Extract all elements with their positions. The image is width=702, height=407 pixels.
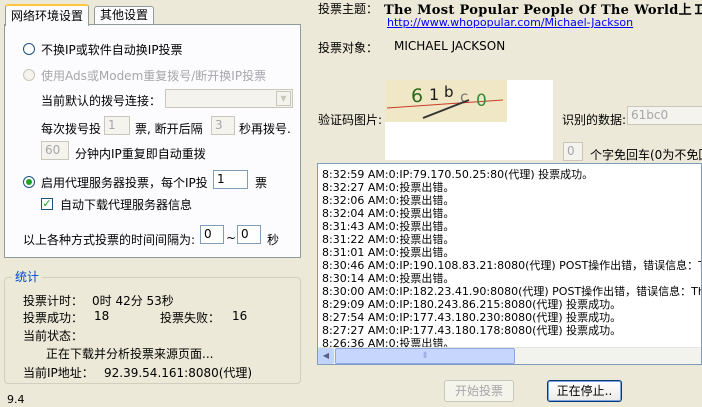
dial-every-input[interactable]: 1 (104, 116, 130, 135)
topic-label: 投票主题： (318, 2, 379, 16)
dial-every-unit: 票, 断开后隔 (135, 122, 203, 136)
log-line: 8:31:01 AM:0:投票出错。 (322, 246, 455, 259)
auto-redial-label: 分钟内IP重复即自动重拨 (75, 147, 206, 161)
log-line: 8:32:04 AM:0:投票出错。 (322, 207, 455, 220)
log-line: 8:30:00 AM:0:IP:182.23.41.90:8080(代理) PO… (322, 285, 702, 298)
proxy-votes-input[interactable]: 1 (213, 170, 248, 189)
adsl-redial-radio[interactable] (23, 69, 35, 81)
log-line: 8:32:59 AM:0:IP:79.170.50.25:80(代理) 投票成功… (322, 168, 594, 181)
captcha-label: 验证码图片: (318, 113, 383, 127)
redial-wait-input[interactable]: 3 (211, 116, 235, 135)
horizontal-scrollbar[interactable]: ◀ ⦀ (318, 347, 701, 364)
ip-value: 92.39.54.161:8080(代理) (104, 366, 253, 380)
redial-wait-unit: 秒再拨号. (239, 122, 291, 136)
start-vote-button[interactable]: 开始投票 (444, 380, 514, 402)
vote-timer-label: 投票计时： (23, 294, 84, 308)
no-ip-change-label[interactable]: 不换IP或软件自动换IP投票 (41, 41, 183, 58)
captcha-image: 6 1 b c 0 (385, 80, 507, 122)
no-ip-change-radio[interactable] (23, 43, 35, 55)
auto-redial-input[interactable]: 60 (41, 141, 69, 160)
log-line: 8:31:43 AM:0:投票出错。 (322, 220, 455, 233)
version-label: 9.4 (7, 393, 25, 406)
fail-label: 投票失败： (160, 311, 221, 325)
fail-value: 16 (232, 309, 248, 323)
log-line: 8:30:14 AM:0:投票出错。 (322, 272, 455, 285)
network-settings-panel: 不换IP或软件自动换IP投票 使用Ads或Modem重复拨号/断开换IP投票 当… (4, 24, 301, 258)
log-line: 8:30:46 AM:0:IP:190.108.83.21:8080(代理) P… (322, 259, 702, 272)
interval-to-input[interactable]: 0 (237, 225, 261, 244)
free-count-input[interactable]: 0 (563, 142, 583, 161)
auto-download-checkbox[interactable]: ✓ (41, 198, 53, 210)
interval-unit: 秒 (267, 233, 280, 247)
ip-label: 当前IP地址： (23, 366, 94, 380)
current-dial-label: 当前默认的拨号连接： (41, 94, 162, 108)
dial-connection-select[interactable]: ▼ (165, 89, 293, 108)
captcha-drawing: 6 1 b c 0 (386, 83, 504, 119)
vote-timer-value: 0时 42分 53秒 (92, 294, 174, 308)
status-value: 正在下载并分析投票来源页面... (46, 347, 214, 361)
svg-text:0: 0 (476, 91, 487, 111)
log-line: 8:32:06 AM:0:投票出错。 (322, 194, 455, 207)
recognized-label: 识别的数据: (562, 113, 627, 127)
free-count-label: 个字免回车(0为不免回 (590, 148, 702, 162)
stats-title: 统计 (12, 268, 43, 285)
adsl-redial-label[interactable]: 使用Ads或Modem重复拨号/断开换IP投票 (41, 67, 266, 84)
scroll-left-icon[interactable]: ◀ (318, 348, 334, 364)
chevron-down-icon[interactable]: ▼ (276, 91, 291, 106)
log-line: 8:32:27 AM:0:投票出错。 (322, 181, 455, 194)
dial-every-label: 每次拨号投 (41, 122, 102, 136)
log-line: 8:27:54 AM:0:IP:177.43.180.230:8080(代理) … (322, 311, 622, 324)
proxy-label[interactable]: 启用代理服务器投票，每个IP投 (41, 174, 208, 191)
svg-text:6: 6 (411, 85, 423, 107)
tab-network-settings[interactable]: 网络环境设置 (5, 4, 90, 26)
target-label: 投票对象： (318, 41, 379, 55)
stop-vote-button[interactable]: 正在停止.. (547, 380, 622, 402)
tab-other-settings[interactable]: 其他设置 (94, 6, 155, 24)
interval-separator: ~ (226, 231, 237, 245)
log-line: 8:31:22 AM:0:投票出错。 (322, 233, 455, 246)
log-line: 8:29:09 AM:0:IP:180.243.86.215:8080(代理) … (322, 298, 622, 311)
svg-text:b: b (444, 83, 454, 101)
proxy-votes-unit: 票 (255, 176, 268, 190)
target-value: MICHAEL JACKSON (394, 39, 506, 53)
log-line: 8:27:27 AM:0:IP:177.43.180.178:8080(代理) … (322, 324, 622, 337)
auto-download-label[interactable]: 自动下载代理服务器信息 (60, 196, 192, 213)
success-label: 投票成功： (23, 311, 84, 325)
interval-label: 以上各种方式投票的时间间隔为: (23, 233, 196, 247)
captcha-image-box: 6 1 b c 0 (385, 80, 553, 160)
proxy-radio[interactable] (23, 176, 35, 188)
svg-text:1: 1 (429, 85, 439, 104)
recognized-input[interactable]: 61bc0 (627, 106, 702, 125)
interval-from-input[interactable]: 0 (200, 225, 224, 244)
vote-log-list[interactable]: 8:32:59 AM:0:IP:79.170.50.25:80(代理) 投票成功… (317, 163, 702, 365)
scroll-thumb[interactable]: ⦀ (335, 348, 515, 364)
status-label: 当前状态： (23, 329, 84, 343)
topic-url-link[interactable]: http://www.whopopular.com/Michael-Jackso… (387, 16, 633, 29)
success-value: 18 (94, 309, 110, 323)
